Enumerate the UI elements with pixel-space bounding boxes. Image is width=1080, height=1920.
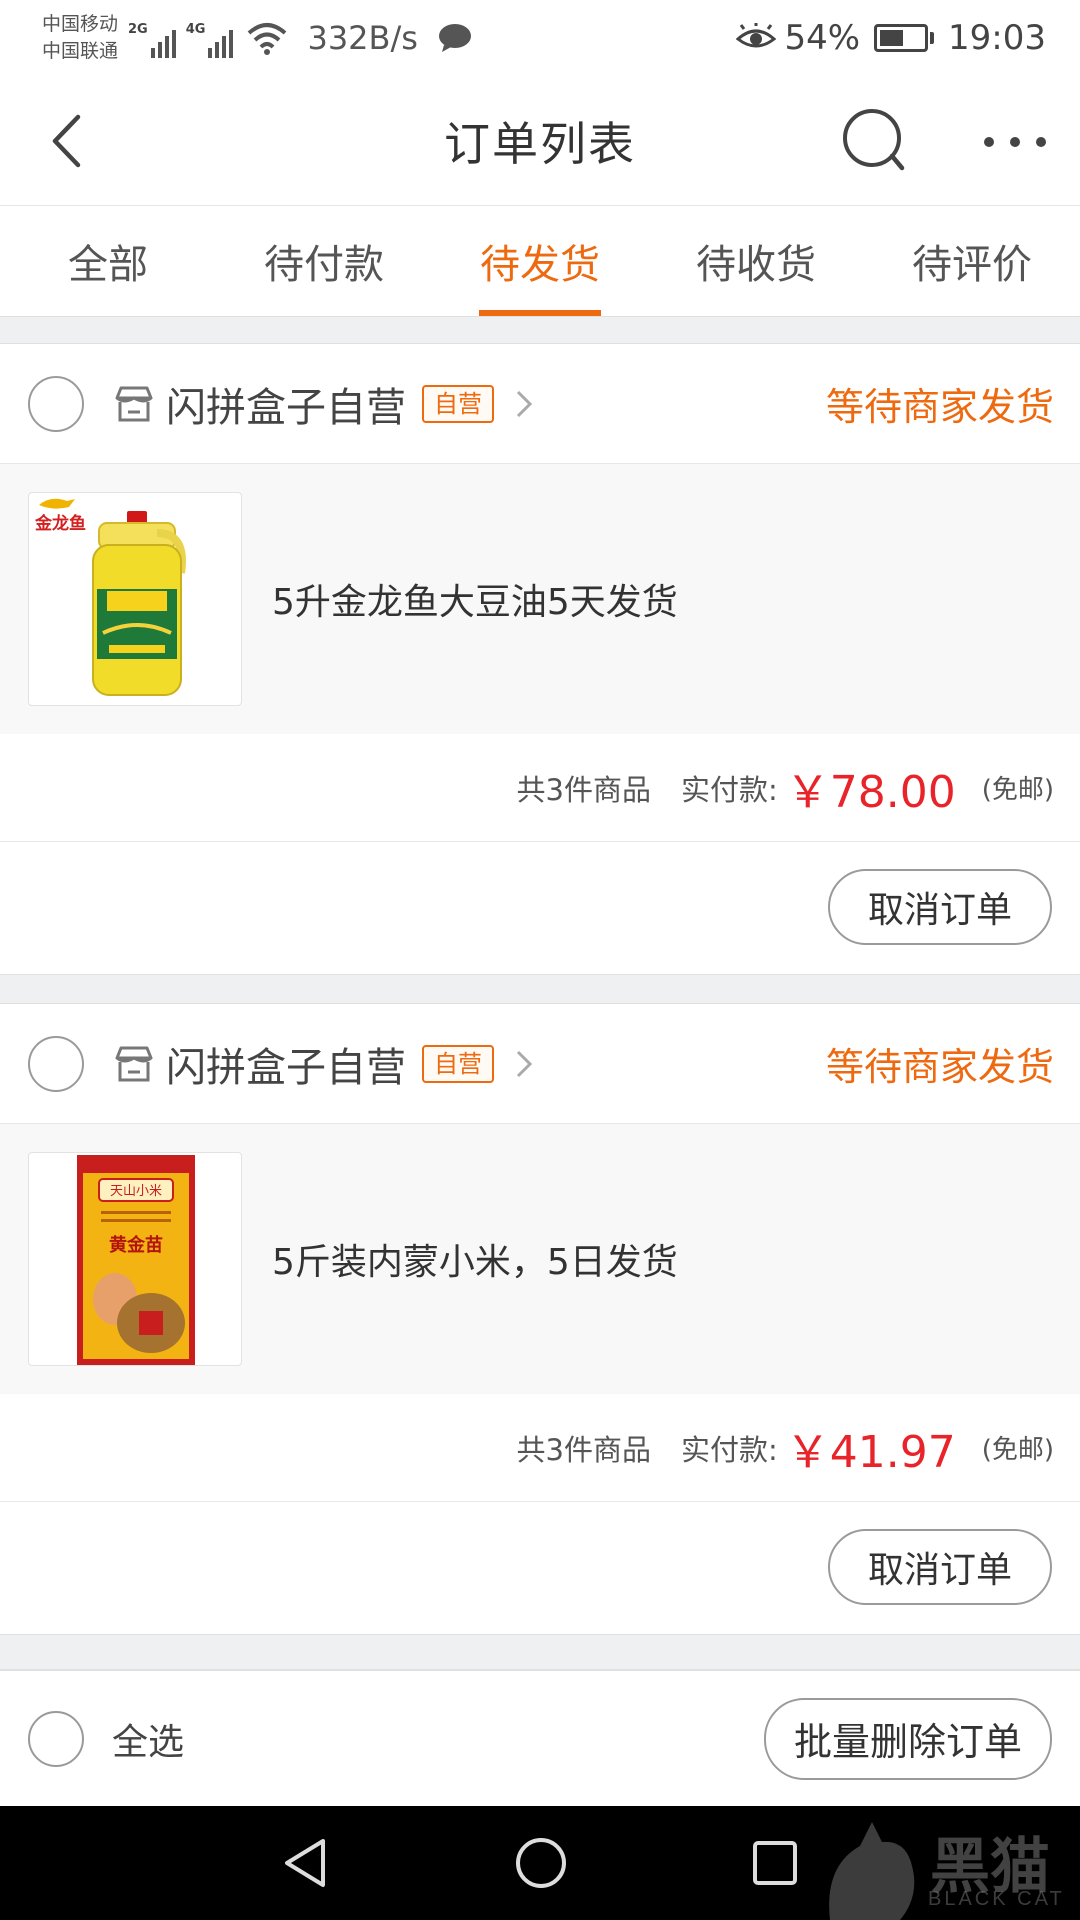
carrier-1: 中国移动 <box>42 13 119 35</box>
page-title: 订单列表 <box>444 116 636 171</box>
order-item-row[interactable]: 金龙鱼 5升金龙鱼大豆油5天发货 <box>0 464 1080 734</box>
status-bar: 中国移动 中国联通 2G 4G 332B/s 54% 19:03 <box>0 0 1080 76</box>
chevron-right-icon[interactable] <box>514 1048 534 1080</box>
product-thumbnail-millet[interactable]: 天山小米 黄金苗 <box>28 1152 242 1366</box>
millet-bag-image: 天山小米 黄金苗 <box>77 1155 195 1365</box>
net-type-4g: 4G <box>185 22 206 37</box>
order-actions: 取消订单 <box>0 1502 1080 1632</box>
order-status: 等待商家发货 <box>825 1045 1054 1089</box>
thumb-brand-text: 金龙鱼 <box>34 513 86 534</box>
wifi-icon <box>248 23 287 55</box>
shipping-note: (免邮) <box>981 775 1054 805</box>
self-operated-badge: 自营 <box>422 384 494 423</box>
shipping-note: (免邮) <box>981 1435 1054 1465</box>
clock: 19:03 <box>948 18 1046 58</box>
bottom-action-bar: 全选 批量删除订单 <box>0 1670 1080 1806</box>
message-notification-icon <box>438 24 471 52</box>
store-icon <box>115 386 153 421</box>
back-arrow-icon <box>52 114 81 168</box>
tab-pending-shipment[interactable]: 待发货 <box>432 206 648 316</box>
search-button[interactable] <box>840 106 912 178</box>
battery-icon <box>874 24 935 52</box>
paid-amount: ￥78.00 <box>785 766 956 818</box>
nav-bar: 订单列表 <box>0 76 1080 206</box>
shop-name[interactable]: 闪拼盒子自营 <box>166 1035 406 1093</box>
order-actions: 取消订单 <box>0 842 1080 972</box>
battery-percent: 54% <box>784 18 861 58</box>
order-summary: 共3件商品 实付款: ￥78.00 (免邮) <box>0 734 1080 842</box>
order-header: 闪拼盒子自营 自营 等待商家发货 <box>0 344 1080 464</box>
product-thumbnail-oil[interactable]: 金龙鱼 <box>28 492 242 706</box>
back-triangle-icon[interactable] <box>281 1837 331 1889</box>
order-card: 闪拼盒子自营 自营 等待商家发货 天山小米 黄金苗 5斤装内蒙小米，5日发货 共… <box>0 1004 1080 1632</box>
signal-bars-icon <box>208 30 234 58</box>
section-divider <box>0 974 1080 1004</box>
self-operated-badge: 自营 <box>422 1044 494 1083</box>
home-circle-icon[interactable] <box>514 1836 568 1890</box>
more-button[interactable] <box>980 112 1050 172</box>
net-type-2g: 2G <box>128 22 148 37</box>
order-card: 闪拼盒子自营 自营 等待商家发货 金龙鱼 5升金龙鱼大豆油5天发货 共3件商品 <box>0 344 1080 972</box>
search-icon <box>843 109 905 171</box>
thumb-product-text: 黄金苗 <box>109 1234 163 1256</box>
product-title[interactable]: 5斤装内蒙小米，5日发货 <box>272 1233 678 1285</box>
carrier-2: 中国联通 <box>42 40 119 62</box>
batch-delete-button[interactable]: 批量删除订单 <box>763 1697 1052 1780</box>
order-status: 等待商家发货 <box>825 385 1054 429</box>
tab-pending-review[interactable]: 待评价 <box>864 206 1080 316</box>
tab-pending-payment[interactable]: 待付款 <box>216 206 432 316</box>
system-navigation-bar <box>0 1806 1080 1920</box>
eye-comfort-icon <box>736 23 777 48</box>
network-speed: 332B/s <box>307 19 418 57</box>
order-select-checkbox[interactable] <box>28 375 84 432</box>
tab-pending-receipt[interactable]: 待收货 <box>648 206 864 316</box>
recents-square-icon[interactable] <box>751 1839 799 1887</box>
watermark-subtext: BLACK CAT <box>928 1888 1065 1910</box>
select-all-label[interactable]: 全选 <box>112 1713 184 1765</box>
select-all-checkbox[interactable] <box>28 1710 84 1767</box>
order-summary: 共3件商品 实付款: ￥41.97 (免邮) <box>0 1394 1080 1502</box>
order-header: 闪拼盒子自营 自营 等待商家发货 <box>0 1004 1080 1124</box>
order-item-row[interactable]: 天山小米 黄金苗 5斤装内蒙小米，5日发货 <box>0 1124 1080 1394</box>
paid-label: 实付款: <box>680 772 778 807</box>
more-dots-icon <box>984 137 1046 147</box>
tab-all[interactable]: 全部 <box>0 206 216 316</box>
back-button[interactable] <box>36 108 96 174</box>
cancel-order-button[interactable]: 取消订单 <box>827 1529 1052 1605</box>
paid-amount: ￥41.97 <box>785 1426 956 1478</box>
section-divider <box>0 316 1080 344</box>
order-select-checkbox[interactable] <box>28 1035 84 1092</box>
signal-2g: 2G <box>128 18 176 58</box>
carrier-info: 中国移动 中国联通 <box>42 11 118 65</box>
chevron-right-icon[interactable] <box>514 388 534 420</box>
section-divider <box>0 1634 1080 1670</box>
item-count: 共3件商品 <box>516 1432 651 1467</box>
thumb-brand-text: 天山小米 <box>110 1184 162 1199</box>
product-title[interactable]: 5升金龙鱼大豆油5天发货 <box>272 573 678 625</box>
order-tabs: 全部 待付款 待发货 待收货 待评价 <box>0 206 1080 316</box>
cancel-order-button[interactable]: 取消订单 <box>827 869 1052 945</box>
item-count: 共3件商品 <box>516 772 651 807</box>
signal-4g: 4G <box>186 18 234 58</box>
paid-label: 实付款: <box>680 1432 778 1467</box>
oil-bottle-image: 金龙鱼 <box>34 498 186 696</box>
signal-bars-icon <box>150 30 176 58</box>
store-icon <box>115 1046 153 1081</box>
shop-name[interactable]: 闪拼盒子自营 <box>166 375 406 433</box>
